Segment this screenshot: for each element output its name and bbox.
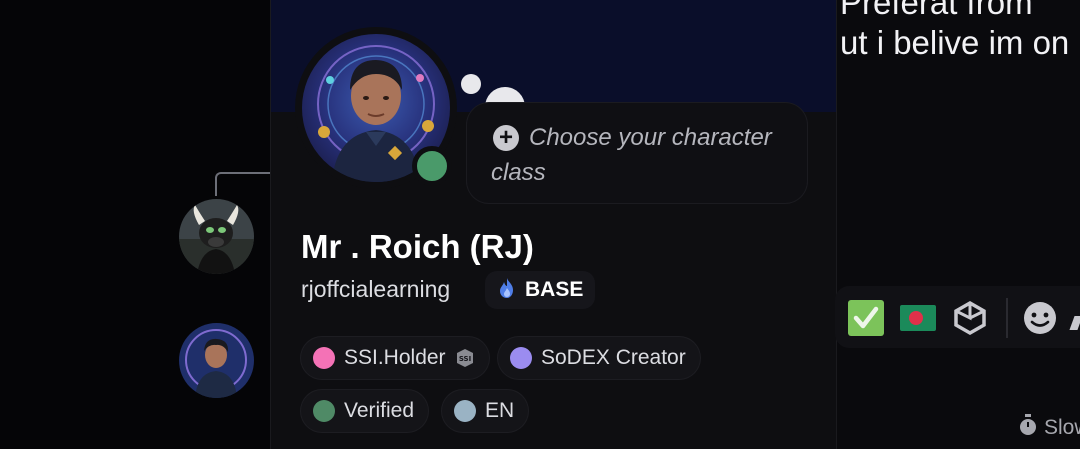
flag-emoji[interactable] — [899, 300, 937, 336]
slowmode-label: Slow — [1044, 416, 1080, 439]
cube-emoji[interactable] — [951, 300, 989, 336]
add-reaction-icon[interactable] — [1021, 300, 1059, 336]
role-pill[interactable]: SSI.Holder SSI — [301, 337, 489, 379]
checkmark-emoji[interactable] — [847, 300, 885, 336]
role-pill[interactable]: SoDEX Creator — [498, 337, 700, 379]
role-color-dot — [313, 347, 335, 369]
role-color-dot — [510, 347, 532, 369]
custom-status-card[interactable]: + Choose your character class — [467, 103, 807, 203]
server-tag-label: BASE — [525, 278, 584, 301]
role-pill[interactable]: Verified — [301, 390, 429, 432]
chat-message-line: Preferat from — [840, 0, 1033, 21]
toolbar-divider — [1006, 298, 1008, 338]
username[interactable]: rjoffcialearning — [301, 276, 450, 303]
flame-icon — [495, 276, 519, 305]
role-color-dot — [454, 400, 476, 422]
slowmode-indicator: Slow — [1018, 414, 1080, 442]
server-tag-badge[interactable]: BASE — [485, 271, 596, 309]
reply-thread-line — [215, 172, 277, 196]
display-name: Mr . Roich (RJ) — [301, 228, 534, 265]
member-avatar-bull[interactable] — [179, 199, 254, 274]
thought-bubble-small — [461, 74, 481, 94]
status-prompt-text: Choose your character class — [491, 124, 772, 186]
role-name: SSI.Holder — [344, 346, 446, 369]
profile-popout: + Choose your character class Mr . Roich… — [270, 0, 837, 449]
role-pill[interactable]: EN — [442, 390, 529, 432]
role-name: EN — [485, 399, 515, 422]
ssi-icon: SSI — [455, 348, 475, 368]
svg-text:SSI: SSI — [458, 355, 470, 363]
role-color-dot — [313, 400, 335, 422]
chat-background-right — [835, 0, 1080, 449]
role-name: SoDEX Creator — [541, 346, 686, 369]
chat-message-line: ut i belive im on — [840, 24, 1070, 61]
online-status-indicator — [412, 146, 452, 186]
stopwatch-icon — [1018, 414, 1038, 442]
role-name: Verified — [344, 399, 415, 422]
member-avatar-user[interactable] — [179, 323, 254, 398]
